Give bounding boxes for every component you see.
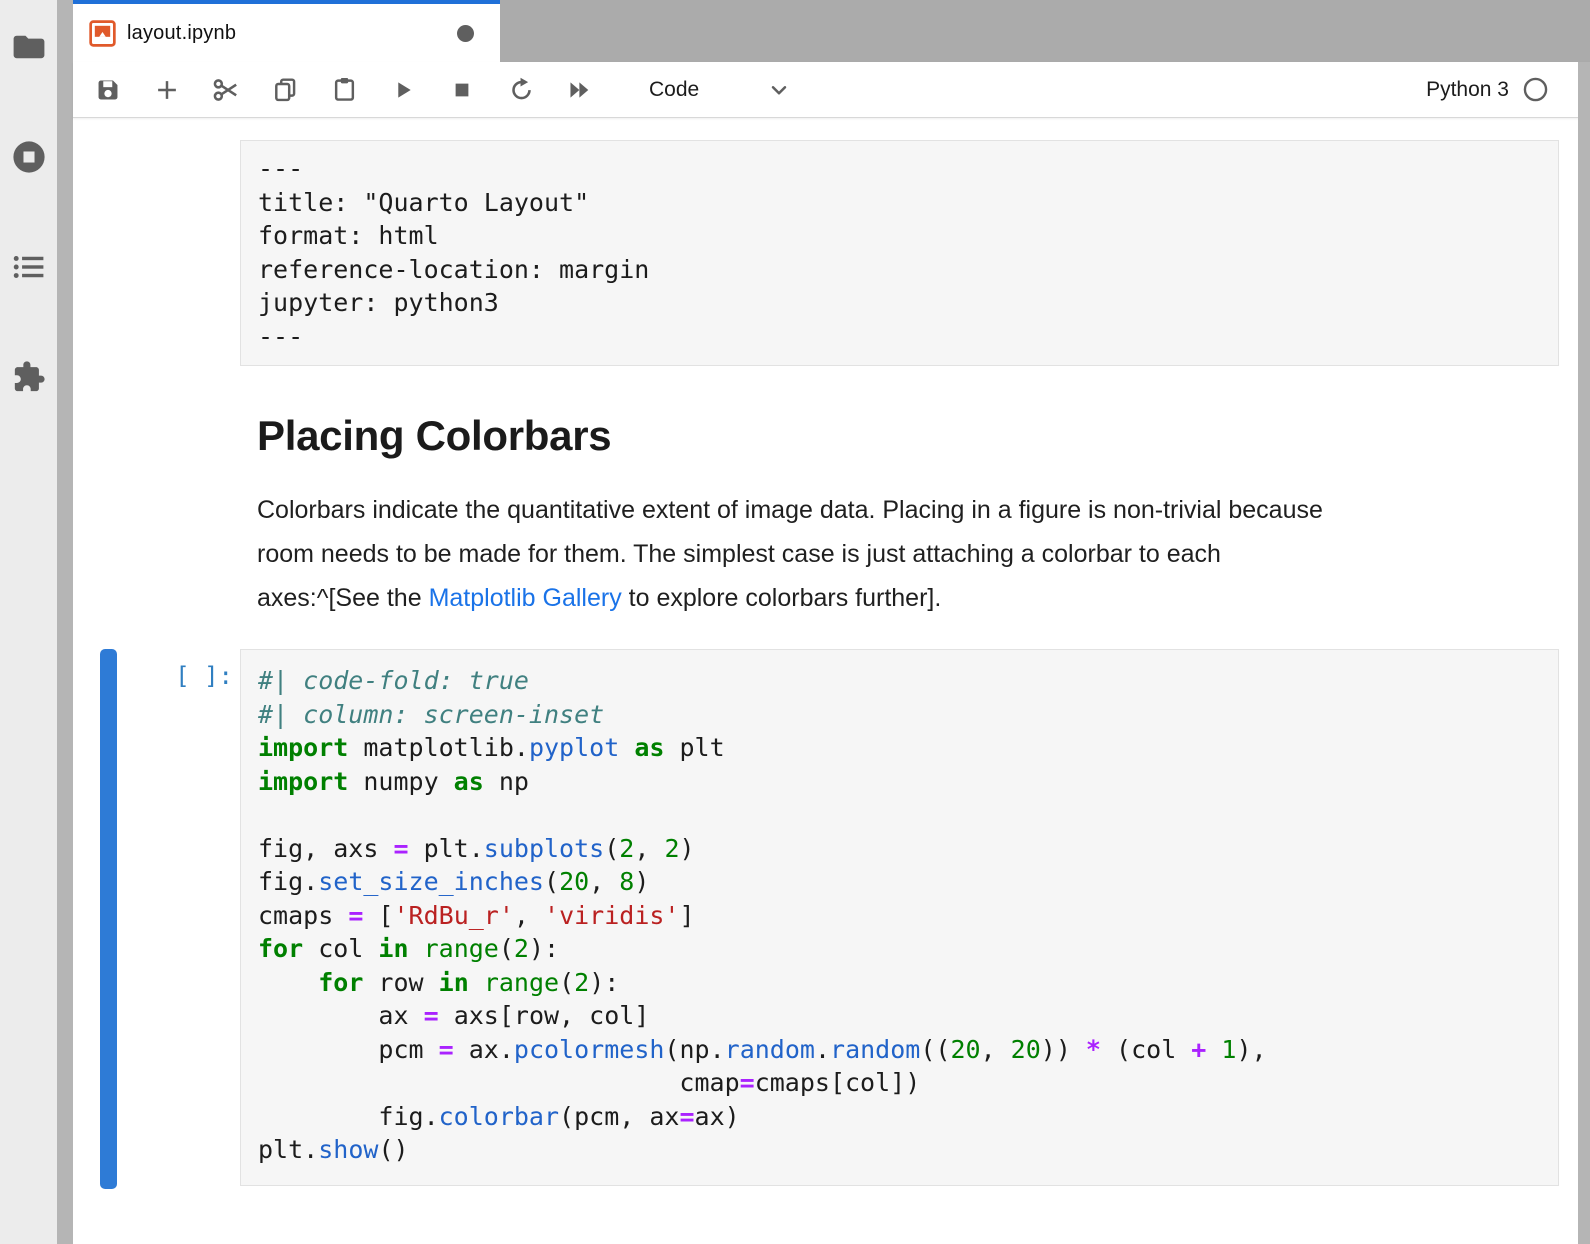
matplotlib-gallery-link[interactable]: Matplotlib Gallery — [429, 584, 622, 612]
left-sidebar — [0, 0, 57, 1244]
sidebar-item-extensions[interactable] — [7, 352, 51, 402]
paragraph-line: Colorbars indicate the quantitative exte… — [257, 488, 1559, 532]
interrupt-kernel-button[interactable] — [444, 70, 480, 110]
paste-cells-button[interactable] — [326, 70, 362, 110]
raw-cell-editor[interactable]: ---title: "Quarto Layout"format: htmlref… — [240, 140, 1559, 366]
insert-cell-button[interactable] — [149, 70, 185, 110]
active-cell-indicator[interactable] — [100, 649, 117, 1189]
paragraph-line: axes:^[See the Matplotlib Gallery to exp… — [257, 576, 1559, 620]
sidebar-item-file-browser[interactable] — [7, 22, 51, 72]
paragraph-text: axes:^[See the — [257, 584, 429, 612]
run-icon — [390, 77, 416, 103]
save-button[interactable] — [90, 70, 126, 110]
sidebar-item-running-kernels[interactable] — [7, 132, 51, 182]
unsaved-changes-indicator[interactable] — [457, 25, 474, 42]
code-cell-editor[interactable]: #| code-fold: true#| column: screen-inse… — [240, 649, 1559, 1186]
jupyterlab-app: layout.ipynb — [0, 0, 1590, 1244]
plus-icon — [154, 77, 180, 103]
copy-cells-button[interactable] — [267, 70, 303, 110]
sidebar-divider — [57, 0, 73, 1244]
code-cell[interactable]: [ ]: #| code-fold: true#| column: screen… — [73, 649, 1559, 1186]
cell-type-dropdown[interactable]: Code — [649, 78, 791, 102]
cell-type-label: Code — [649, 78, 699, 102]
copy-icon — [272, 76, 299, 103]
raw-cell-code: ---title: "Quarto Layout"format: htmlref… — [258, 152, 1541, 353]
save-icon — [95, 77, 121, 103]
restart-icon — [508, 76, 535, 103]
kernel-idle-circle-icon — [1523, 77, 1548, 102]
list-icon — [13, 253, 45, 281]
notebook-panel: ---title: "Quarto Layout"format: htmlref… — [73, 118, 1590, 1244]
paste-icon — [331, 76, 358, 103]
input-prompt: [ ]: — [113, 662, 233, 690]
main-area: layout.ipynb — [73, 0, 1590, 1244]
cut-cells-button[interactable] — [208, 70, 244, 110]
paragraph-text: to explore colorbars further]. — [622, 584, 942, 612]
tab-title: layout.ipynb — [127, 22, 236, 45]
sidebar-item-table-of-contents[interactable] — [7, 242, 51, 292]
code-cell-code: #| code-fold: true#| column: screen-inse… — [258, 664, 1541, 1167]
notebook-toolbar: Code Python 3 — [73, 62, 1590, 118]
kernel-indicator[interactable]: Python 3 — [1426, 77, 1548, 102]
page-title: Placing Colorbars — [257, 412, 1559, 460]
tab-layout-ipynb[interactable]: layout.ipynb — [73, 0, 500, 62]
restart-run-all-button[interactable] — [562, 70, 598, 110]
restart-kernel-button[interactable] — [503, 70, 539, 110]
right-gutter — [1578, 62, 1590, 1244]
tab-bar: layout.ipynb — [73, 0, 1590, 62]
folder-icon — [12, 33, 46, 61]
puzzle-icon — [12, 360, 46, 394]
stop-circle-icon — [11, 139, 47, 175]
raw-cell[interactable]: ---title: "Quarto Layout"format: htmlref… — [73, 140, 1559, 366]
cut-icon — [212, 76, 240, 104]
notebook-icon — [89, 20, 116, 47]
paragraph-line: room needs to be made for them. The simp… — [257, 532, 1559, 576]
chevron-down-icon — [767, 78, 791, 102]
markdown-cell[interactable]: Placing Colorbars Colorbars indicate the… — [257, 412, 1559, 620]
stop-icon — [449, 77, 475, 103]
run-cell-button[interactable] — [385, 70, 421, 110]
markdown-paragraph: Colorbars indicate the quantitative exte… — [257, 488, 1559, 620]
fast-forward-icon — [566, 76, 594, 104]
kernel-name: Python 3 — [1426, 78, 1509, 102]
